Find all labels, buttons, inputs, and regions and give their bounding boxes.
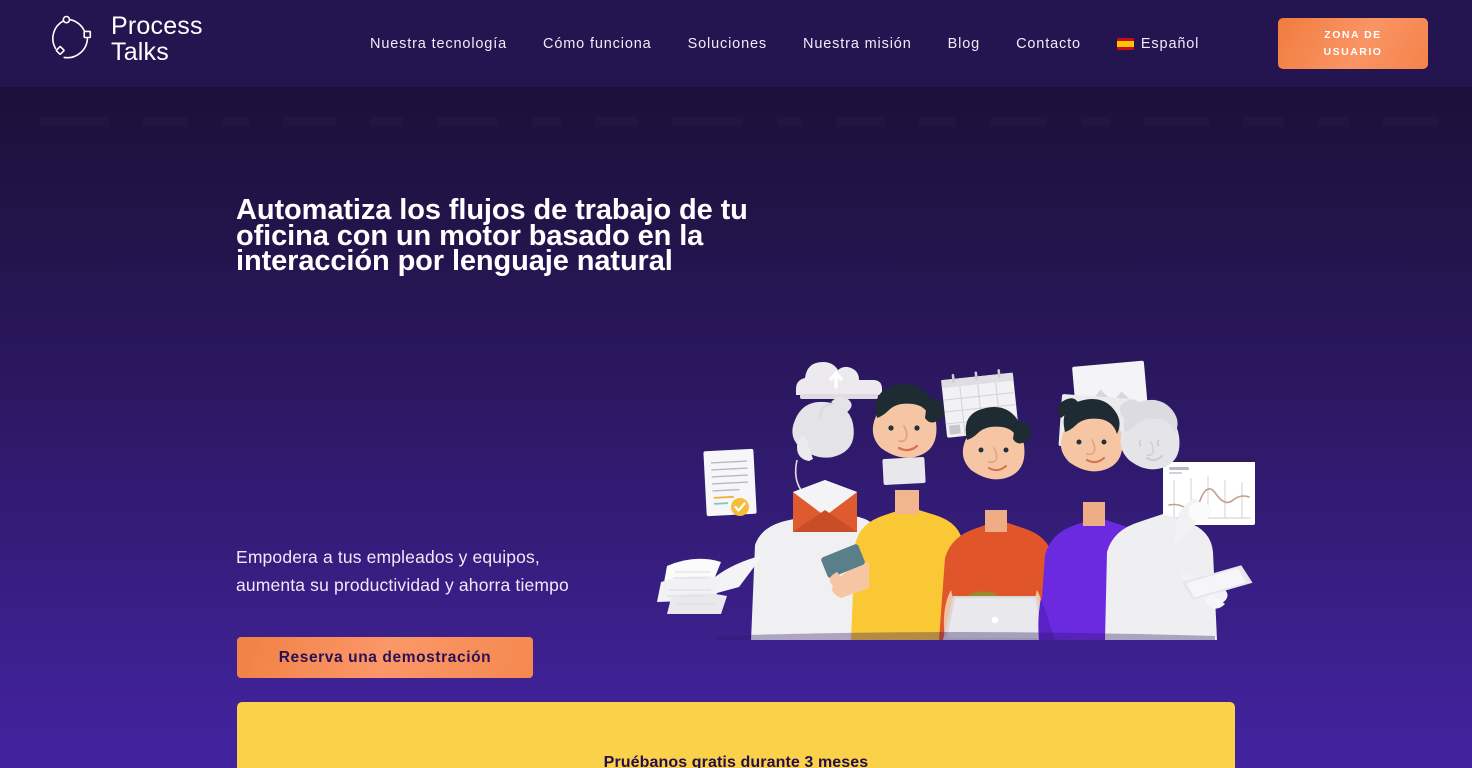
hero-subtitle-line-1: Empodera a tus empleados y equipos, xyxy=(236,547,540,567)
reserva-demostracion-button[interactable]: Reserva una demostración xyxy=(237,637,533,678)
cloud-upload-icon xyxy=(796,362,882,399)
page-title: Automatiza los flujos de trabajo de tu o… xyxy=(236,196,796,277)
nav-item-mision[interactable]: Nuestra misión xyxy=(785,36,930,52)
brand-name: Process Talks xyxy=(111,12,203,66)
decorative-stripe xyxy=(0,114,1472,130)
nav-item-tecnologia[interactable]: Nuestra tecnología xyxy=(352,36,525,52)
hero-subtitle-line-2: aumenta su productividad y ahorra tiempo xyxy=(236,575,569,595)
document-page-with-check-badge xyxy=(703,448,757,517)
sticky-note xyxy=(882,457,926,485)
nav-item-blog[interactable]: Blog xyxy=(930,36,998,52)
brand-logo[interactable]: Process Talks xyxy=(44,12,203,66)
nav-item-como-funciona[interactable]: Cómo funciona xyxy=(525,36,670,52)
main-navigation: Nuestra tecnología Cómo funciona Solucio… xyxy=(352,0,1217,87)
envelope-mail-icon xyxy=(793,480,857,532)
zona-de-usuario-button[interactable]: ZONA DE USUARIO xyxy=(1278,18,1428,69)
nav-item-label: Contacto xyxy=(1016,35,1081,52)
site-header: Process Talks Nuestra tecnología Cómo fu… xyxy=(0,0,1472,87)
nav-item-label: Soluciones xyxy=(687,35,768,52)
process-talks-circle-nodes-logo-icon xyxy=(44,12,98,66)
team-collaboration-illustration xyxy=(655,340,1255,640)
hero-subtitle: Empodera a tus empleados y equipos, aume… xyxy=(236,543,656,599)
promo-banner: Pruébanos gratis durante 3 meses xyxy=(237,702,1235,768)
nav-item-label: Cómo funciona xyxy=(543,35,652,52)
paper-pile xyxy=(657,558,727,614)
nav-item-label: Nuestra misión xyxy=(803,35,912,52)
hero-landing-page: Process Talks Nuestra tecnología Cómo fu… xyxy=(0,0,1472,768)
nav-item-label: Nuestra tecnología xyxy=(370,35,508,52)
page-title-line-3: interacción por lenguaje natural xyxy=(236,245,673,277)
promo-banner-text: Pruébanos gratis durante 3 meses xyxy=(603,754,869,768)
spain-flag-icon xyxy=(1116,37,1134,50)
nav-item-label: Español xyxy=(1140,35,1200,52)
nav-item-soluciones[interactable]: Soluciones xyxy=(670,36,785,52)
nav-item-label: Blog xyxy=(947,35,981,52)
nav-item-contacto[interactable]: Contacto xyxy=(998,36,1099,52)
nav-item-language-selector[interactable]: Español xyxy=(1099,36,1217,52)
